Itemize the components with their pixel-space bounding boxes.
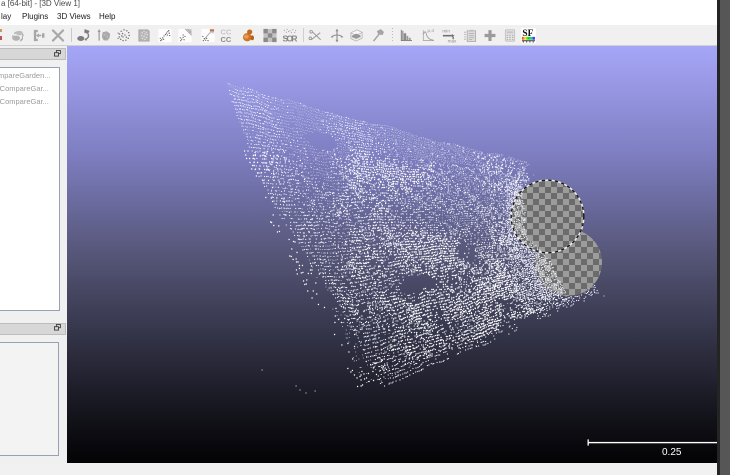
svg-text:0.25: 0.25 <box>662 447 682 458</box>
svg-text:SOR: SOR <box>283 34 298 43</box>
svg-text:max: max <box>448 39 457 43</box>
svg-text:μ,σ: μ,σ <box>427 28 434 33</box>
svg-text:min: min <box>442 29 450 34</box>
svg-text:CC: CC <box>220 35 231 43</box>
